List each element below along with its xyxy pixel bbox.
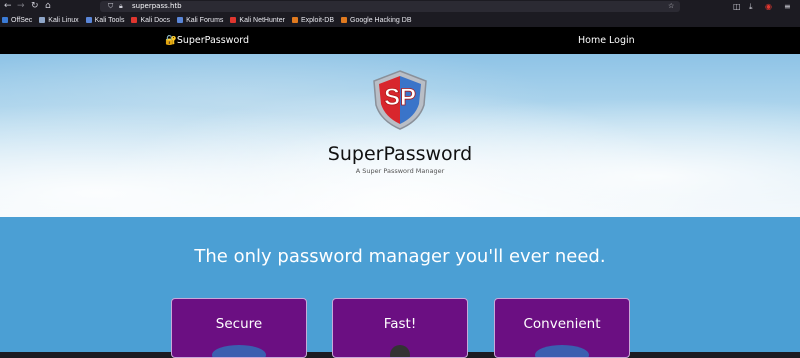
home-icon[interactable]: ⌂ bbox=[45, 1, 51, 12]
tagline: The only password manager you'll ever ne… bbox=[194, 246, 606, 267]
shield-logo-icon: SP bbox=[373, 70, 427, 130]
kali-nethunter-icon bbox=[230, 17, 237, 23]
feature-card-secure: Secure bbox=[171, 298, 307, 358]
offsec-icon bbox=[2, 17, 8, 23]
bookmark-kali-docs[interactable]: Kali Docs bbox=[131, 17, 170, 24]
card-title: Secure bbox=[215, 316, 263, 332]
card-title: Fast! bbox=[383, 316, 417, 332]
feature-card-fast: Fast! bbox=[332, 298, 468, 358]
logo-text: SP bbox=[384, 84, 416, 111]
bookmark-exploit-db[interactable]: Exploit-DB bbox=[291, 17, 334, 24]
exploit-db-icon bbox=[291, 17, 298, 23]
bookmark-offsec[interactable]: OffSec bbox=[2, 17, 32, 24]
hero-subtitle: A Super Password Manager bbox=[355, 167, 445, 175]
google-hacking-db-icon bbox=[341, 17, 348, 23]
browser-toolbar: ← → ↻ ⌂ ⛉ 🔒︎ superpass.htb ☆ ◫ ⤓ ◉ ≡ bbox=[0, 0, 800, 13]
url-text[interactable]: superpass.htb bbox=[132, 1, 182, 12]
kali-forums-icon bbox=[177, 17, 184, 23]
nav-login-link[interactable]: Login bbox=[609, 27, 635, 54]
bookmarks-bar: OffSec Kali Linux Kali Tools Kali Docs K… bbox=[0, 13, 800, 27]
lock-icon[interactable]: 🔒︎ bbox=[119, 1, 123, 12]
feature-card-convenient: Convenient bbox=[494, 298, 630, 358]
shield-icon[interactable]: ⛉ bbox=[108, 1, 113, 12]
features-section: The only password manager you'll ever ne… bbox=[0, 217, 800, 358]
nav-home-link[interactable]: Home bbox=[578, 27, 606, 54]
bookmark-star-icon[interactable]: ☆ bbox=[668, 1, 674, 12]
brand-link[interactable]: 🔐SuperPassword bbox=[165, 27, 249, 54]
hero-banner: SP SuperPassword A Super Password Manage… bbox=[0, 54, 800, 217]
kali-linux-icon bbox=[39, 17, 46, 23]
kali-tools-icon bbox=[85, 17, 92, 23]
download-icon[interactable]: ⤓ bbox=[749, 1, 753, 12]
bookmark-kali-tools[interactable]: Kali Tools bbox=[85, 17, 124, 24]
reload-icon[interactable]: ↻ bbox=[31, 1, 39, 12]
site-navbar: 🔐SuperPassword Home Login bbox=[0, 27, 800, 54]
forward-arrow-icon[interactable]: → bbox=[17, 1, 25, 12]
bookmark-kali-forums[interactable]: Kali Forums bbox=[177, 17, 223, 24]
pocket-icon[interactable]: ◫ bbox=[733, 1, 741, 12]
bookmark-google-hacking-db[interactable]: Google Hacking DB bbox=[341, 17, 412, 24]
back-arrow-icon[interactable]: ← bbox=[4, 1, 12, 12]
address-bar[interactable]: ⛉ 🔒︎ superpass.htb ☆ bbox=[100, 1, 680, 12]
hero-title: SuperPassword bbox=[327, 143, 473, 165]
extension-icon[interactable]: ◉ bbox=[765, 1, 772, 12]
menu-icon[interactable]: ≡ bbox=[784, 1, 791, 12]
kali-docs-icon bbox=[131, 17, 138, 23]
bookmark-kali-nethunter[interactable]: Kali NetHunter bbox=[230, 17, 285, 24]
bookmark-kali-linux[interactable]: Kali Linux bbox=[39, 17, 79, 24]
card-title: Convenient bbox=[523, 316, 601, 332]
